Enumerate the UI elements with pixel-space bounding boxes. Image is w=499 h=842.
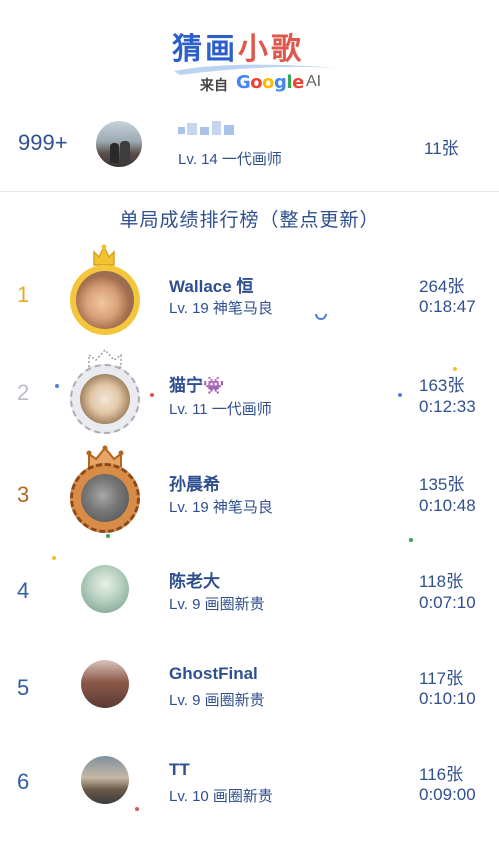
my-avatar[interactable] [96, 121, 142, 167]
spinner-icon [315, 313, 327, 320]
player-name[interactable]: 猫宁👾 [169, 371, 224, 396]
player-count: 117张 [419, 669, 464, 688]
rank-number: 2 [17, 380, 30, 405]
my-count: 11张 [424, 139, 459, 158]
from-label: 来自 [200, 77, 228, 93]
player-count: 118张 [419, 572, 464, 591]
player-level: Lv. 11 一代画师 [169, 401, 272, 418]
app-logo: 猜画小歌 来自 Google AI [0, 18, 499, 98]
rank-number: 1 [17, 282, 30, 307]
player-level: Lv. 10 画圈新贵 [169, 788, 273, 805]
avatar[interactable] [81, 756, 129, 804]
rank-number: 4 [17, 578, 30, 603]
ai-label: AI [306, 73, 322, 90]
avatar-frame[interactable] [70, 265, 140, 335]
avatar[interactable] [81, 660, 129, 708]
player-time: 0:07:10 [419, 593, 476, 612]
my-level: Lv. 14 一代画师 [178, 151, 282, 168]
player-count: 116张 [419, 765, 464, 784]
avatar-frame[interactable] [70, 364, 140, 434]
player-level: Lv. 19 神笔马良 [169, 300, 273, 317]
player-name[interactable]: TT [169, 760, 190, 780]
player-level: Lv. 19 神笔马良 [169, 499, 273, 516]
player-count: 135张 [419, 475, 465, 494]
player-name[interactable]: GhostFinal [169, 664, 258, 684]
leaderboard-title: 单局成绩排行榜（整点更新） [119, 210, 380, 231]
google-wordmark: Google [236, 72, 304, 93]
rank-number: 3 [17, 482, 30, 507]
player-time: 0:10:48 [419, 496, 476, 515]
player-time: 0:09:00 [419, 785, 476, 804]
player-name[interactable]: 孙晨希 [169, 470, 220, 495]
rank-number: 6 [17, 769, 30, 794]
player-time: 0:18:47 [419, 297, 476, 316]
player-name[interactable]: 陈老大 [169, 567, 220, 592]
rank-number: 5 [17, 675, 30, 700]
player-time: 0:12:33 [419, 397, 476, 416]
player-time: 0:10:10 [419, 689, 476, 708]
player-count: 264张 [419, 277, 465, 296]
divider [0, 191, 499, 192]
player-name[interactable]: Wallace 恒 [169, 272, 253, 297]
player-level: Lv. 9 画圈新贵 [169, 596, 265, 613]
avatar[interactable] [81, 565, 129, 613]
player-level: Lv. 9 画圈新贵 [169, 692, 265, 709]
avatar-frame[interactable] [70, 463, 140, 533]
player-count: 163张 [419, 376, 465, 395]
my-rank: 999+ [18, 130, 68, 155]
my-name-redacted [178, 121, 236, 137]
